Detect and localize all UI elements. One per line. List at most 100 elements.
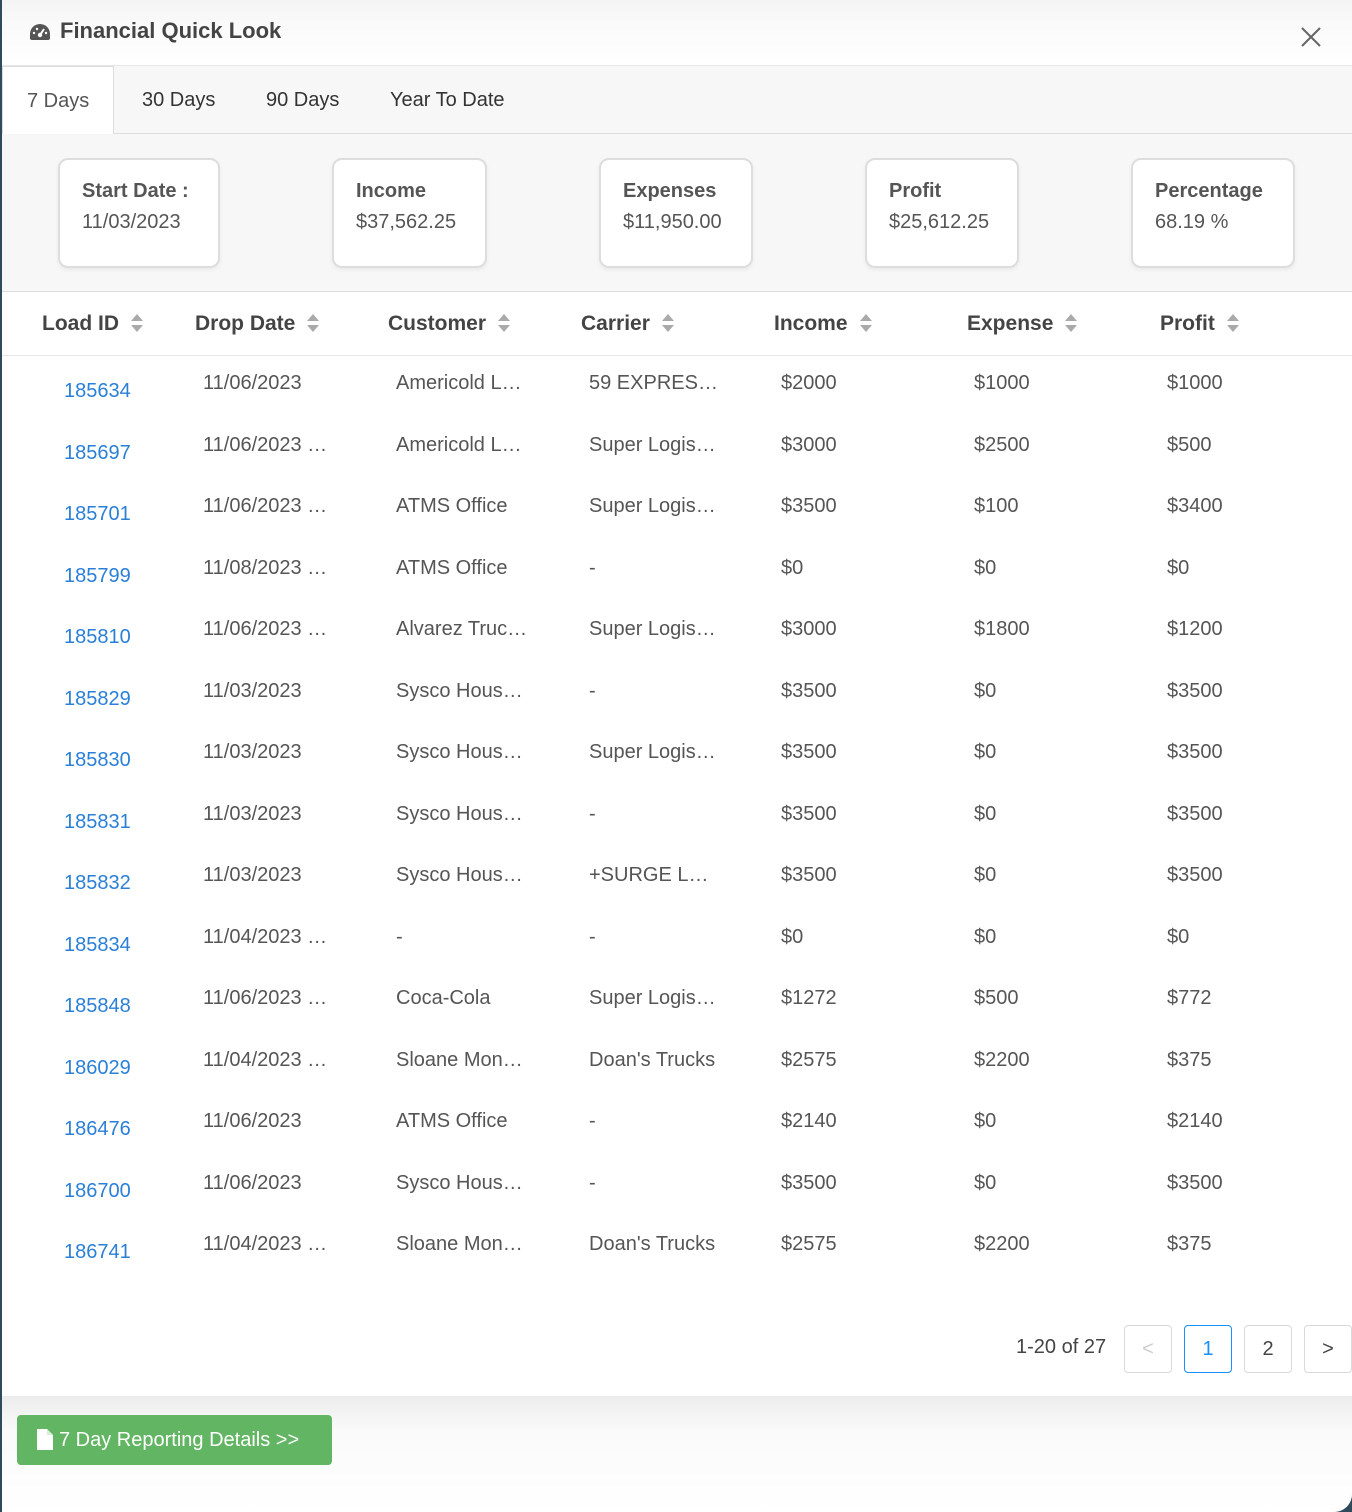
profit-cell: $3500 [1167, 679, 1223, 702]
income-cell: $3500 [781, 495, 837, 517]
load-id-link[interactable]: 185697 [64, 442, 184, 465]
load-id-link[interactable]: 185634 [64, 380, 184, 403]
load-id-link[interactable]: 186741 [64, 1241, 184, 1264]
reporting-details-label: 7 Day Reporting Details >> [59, 1429, 300, 1451]
tab-year-to-date[interactable]: Year To Date [366, 66, 529, 134]
table-row[interactable]: 186476 11/06/2023 ATMS Office - $2140 $0 $2140 [2, 1094, 1352, 1156]
income-cell: $3500 [781, 802, 837, 825]
financial-quick-look-modal: Financial Quick Look 7 Days 30 Days 90 D… [2, 0, 1352, 1512]
column-label: Profit [1160, 312, 1215, 335]
table-row[interactable]: 185799 11/08/2023 … ATMS Office - $0 $0 $0 [2, 541, 1352, 603]
page-2-button[interactable]: 2 [1244, 1325, 1292, 1373]
load-id-link[interactable]: 186700 [64, 1180, 184, 1203]
expense-cell: $0 [974, 556, 997, 579]
column-header-expense[interactable]: Expense [967, 312, 1078, 336]
column-label: Income [774, 312, 848, 335]
expenses-value: $11,950.00 [623, 211, 722, 233]
income-cell: $3000 [781, 433, 837, 456]
table-row[interactable]: 185810 11/06/2023 … Alvarez Truc… Super Log… [2, 602, 1352, 664]
document-icon [37, 1429, 53, 1450]
load-id-link[interactable]: 185810 [64, 626, 184, 649]
profit-cell: $3500 [1167, 864, 1223, 886]
period-tabs: 7 Days 30 Days 90 Days Year To Date [2, 66, 1352, 135]
income-cell: $3500 [781, 1171, 837, 1194]
sort-icon[interactable] [131, 313, 143, 333]
table-row[interactable]: 185831 11/03/2023 Sysco Hous… - $3500 $0 $3500 [2, 787, 1352, 849]
load-id-link[interactable]: 185831 [64, 811, 184, 834]
income-value: $37,562.25 [356, 211, 457, 233]
sort-icon[interactable] [498, 313, 511, 333]
reporting-details-button[interactable]: 7 Day Reporting Details >> [17, 1415, 332, 1465]
table-row[interactable]: 185848 11/06/2023 … Coca-Cola Super Logis… $… [2, 971, 1352, 1033]
tab-7-days[interactable]: 7 Days [2, 66, 115, 135]
load-id-link[interactable]: 185834 [64, 934, 184, 957]
table-row[interactable]: 185697 11/06/2023 … Americold L… Super Logi… [2, 418, 1352, 480]
table-row[interactable]: 185832 11/03/2023 Sysco Hous… +SURGE L… $350… [2, 848, 1352, 910]
expense-cell: $2200 [974, 1233, 1030, 1255]
sort-icon[interactable] [1226, 313, 1239, 333]
column-header-drop-date[interactable]: Drop Date [195, 312, 320, 336]
sort-icon[interactable] [661, 313, 674, 333]
load-id-link[interactable]: 185799 [64, 565, 184, 588]
tab-90-days[interactable]: 90 Days [242, 66, 363, 134]
load-id-link[interactable]: 186476 [64, 1118, 184, 1141]
drop-date-cell: 11/04/2023 … [203, 1233, 328, 1255]
customer-cell: - [396, 925, 403, 948]
column-header-customer[interactable]: Customer [388, 312, 511, 336]
customer-cell: Sysco Hous… [396, 802, 523, 825]
column-header-carrier[interactable]: Carrier [581, 312, 674, 336]
table-body[interactable]: 185634 11/06/2023 Americold L… 59 EXPRES… $2… [2, 356, 1352, 1302]
expense-cell: $2200 [974, 1048, 1030, 1071]
load-id-link[interactable]: 185832 [64, 872, 184, 895]
table-row[interactable]: 185634 11/06/2023 Americold L… 59 EXPRES… $2… [2, 356, 1352, 418]
column-header-load-id[interactable]: Load ID [42, 312, 143, 336]
percentage-label: Percentage [1155, 180, 1263, 202]
table-row[interactable]: 186700 11/06/2023 Sysco Hous… - $3500 $0 $3500 [2, 1156, 1352, 1218]
column-header-profit[interactable]: Profit [1160, 312, 1239, 336]
modal-footer: 7 Day Reporting Details >> [2, 1396, 1352, 1512]
expense-cell: $500 [974, 987, 1019, 1009]
expense-cell: $2500 [974, 433, 1030, 456]
profit-cell: $772 [1167, 987, 1212, 1009]
table-row[interactable]: 185830 11/03/2023 Sysco Hous… Super Logis… $… [2, 725, 1352, 787]
profit-cell: $1200 [1167, 618, 1223, 640]
carrier-cell: - [589, 1110, 596, 1132]
sort-icon[interactable] [859, 313, 872, 333]
load-id-link[interactable]: 185848 [64, 995, 184, 1018]
table-row[interactable]: 185834 11/04/2023 … - - $0 $0 $0 [2, 910, 1352, 972]
load-id-link[interactable]: 186029 [64, 1057, 184, 1080]
profit-cell: $3500 [1167, 802, 1223, 825]
column-label: Customer [388, 312, 487, 335]
column-label: Carrier [581, 312, 650, 335]
table-row[interactable]: 185701 11/06/2023 … ATMS Office Super Logis… [2, 479, 1352, 541]
page-1-button[interactable]: 1 [1184, 1325, 1232, 1373]
sort-icon[interactable] [1065, 313, 1078, 333]
profit-cell: $375 [1167, 1233, 1212, 1255]
modal-title: Financial Quick Look [60, 18, 282, 43]
profit-label: Profit [889, 180, 942, 202]
sort-icon[interactable] [307, 313, 320, 333]
previous-page-button[interactable]: < [1124, 1325, 1172, 1373]
income-cell: $2140 [781, 1110, 837, 1132]
column-header-income[interactable]: Income [774, 312, 872, 336]
start-date-card: Start Date : 11/03/2023 [58, 158, 220, 268]
close-icon[interactable] [1298, 24, 1324, 50]
table-row[interactable]: 186741 11/04/2023 … Sloane Mon… Doan's Truc… [2, 1217, 1352, 1279]
income-card: Income $37,562.25 [332, 158, 487, 268]
load-id-link[interactable]: 185829 [64, 688, 184, 711]
customer-cell: ATMS Office [396, 1110, 508, 1132]
load-id-link[interactable]: 185830 [64, 749, 184, 772]
drop-date-cell: 11/06/2023 [203, 1171, 302, 1194]
load-id-link[interactable]: 185701 [64, 503, 184, 526]
carrier-cell: - [589, 1171, 596, 1194]
tab-30-days[interactable]: 30 Days [118, 66, 239, 134]
next-page-button[interactable]: > [1304, 1325, 1352, 1373]
table-row[interactable]: 185829 11/03/2023 Sysco Hous… - $3500 $0 $3500 [2, 664, 1352, 726]
income-cell: $0 [781, 925, 804, 948]
column-label: Drop Date [195, 312, 296, 335]
customer-cell: Sysco Hous… [396, 679, 523, 702]
customer-cell: Sysco Hous… [396, 741, 523, 763]
expense-cell: $0 [974, 1171, 997, 1194]
profit-value: $25,612.25 [889, 211, 990, 233]
table-row[interactable]: 186029 11/04/2023 … Sloane Mon… Doan's Truc… [2, 1033, 1352, 1095]
